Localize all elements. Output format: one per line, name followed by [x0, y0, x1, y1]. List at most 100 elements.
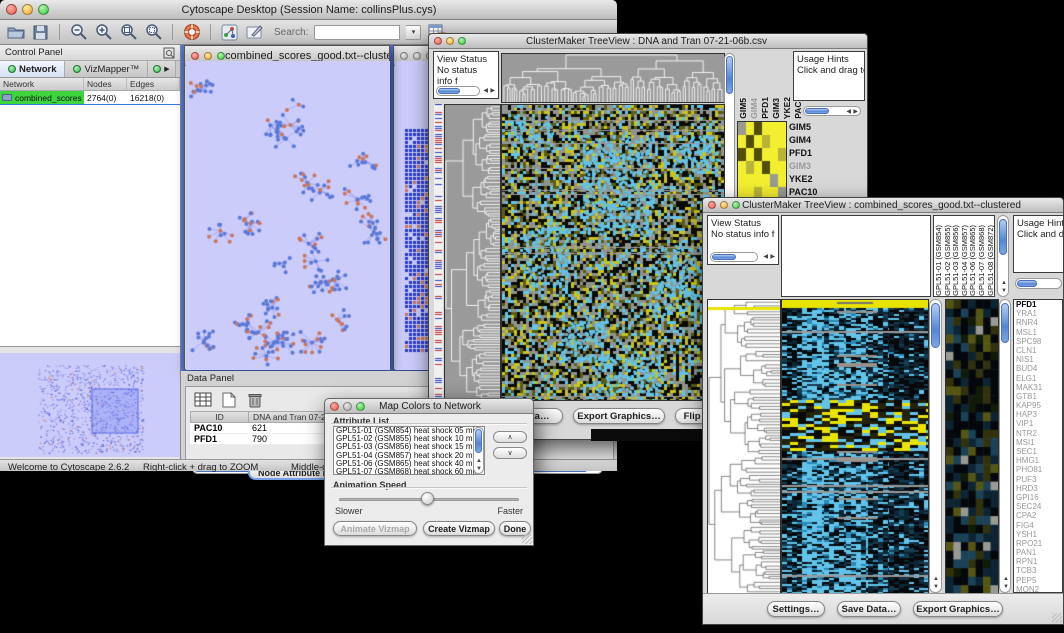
- scrollbar-thumb[interactable]: [475, 429, 482, 453]
- gene-row-label[interactable]: GIM4: [789, 134, 817, 147]
- close-button[interactable]: [434, 37, 442, 45]
- tv2-status-hscrollbar[interactable]: [710, 252, 758, 262]
- resize-grip[interactable]: [522, 534, 532, 544]
- tv2-labels-scrollbar[interactable]: ▲ ▼: [997, 215, 1009, 297]
- gene-list-item[interactable]: TCB3: [1014, 566, 1062, 575]
- close-button[interactable]: [6, 4, 17, 15]
- gene-list-item[interactable]: BUD4: [1014, 364, 1062, 373]
- move-down-button[interactable]: ∨: [493, 447, 527, 459]
- gene-list-item[interactable]: MON2: [1014, 585, 1062, 593]
- scrollbar-thumb[interactable]: [1017, 280, 1037, 287]
- attribute-table-icon[interactable]: [192, 390, 214, 409]
- close-button[interactable]: [330, 402, 339, 411]
- scroll-down-arrow[interactable]: ▼: [933, 584, 939, 590]
- scroll-right-arrow[interactable]: ▶: [770, 254, 775, 260]
- attribute-list-scrollbar[interactable]: ▲ ▼: [473, 427, 484, 474]
- gene-column-label[interactable]: GIM5: [738, 98, 748, 119]
- gene-list-item[interactable]: NIS1: [1014, 355, 1062, 364]
- tv1-usage-hscrollbar[interactable]: ◀ ▶: [803, 106, 861, 116]
- network-view1-canvas[interactable]: [186, 61, 390, 370]
- plugin-network-icon[interactable]: [220, 23, 239, 42]
- delete-attribute-icon[interactable]: [244, 390, 266, 409]
- gene-list-item[interactable]: SEC1: [1014, 447, 1062, 456]
- gene-list-item[interactable]: MSI1: [1014, 438, 1062, 447]
- animate-vizmap-button[interactable]: Animate Vizmap: [333, 521, 417, 536]
- search-dropdown-arrow[interactable]: ▾: [406, 25, 421, 40]
- network-overview-thumbnail[interactable]: [0, 353, 180, 457]
- scrollbar-thumb[interactable]: [999, 219, 1007, 255]
- gene-row-label[interactable]: GIM3: [789, 160, 817, 173]
- gene-list-item[interactable]: YRA1: [1014, 309, 1062, 318]
- slider-thumb[interactable]: [421, 492, 434, 505]
- array-column-label[interactable]: GPL51-08 (GSM872): [987, 225, 995, 296]
- gene-row-label[interactable]: PFD1: [789, 147, 817, 160]
- gene-list-item[interactable]: YSH1: [1014, 530, 1062, 539]
- dp-col-id[interactable]: ID: [191, 412, 249, 422]
- gene-list-item[interactable]: FIG4: [1014, 521, 1062, 530]
- scroll-left-arrow[interactable]: ◀: [763, 254, 768, 260]
- col-network[interactable]: Network: [0, 78, 84, 90]
- gene-list-item[interactable]: ELG1: [1014, 374, 1062, 383]
- zoom-selected-icon[interactable]: [144, 23, 163, 42]
- export-graphics-button[interactable]: Export Graphics…: [573, 408, 665, 424]
- gene-list-item[interactable]: SEC24: [1014, 502, 1062, 511]
- tv2-row-dendrogram[interactable]: [707, 299, 781, 595]
- gene-list-item[interactable]: PAN1: [1014, 548, 1062, 557]
- scrollbar-thumb[interactable]: [712, 254, 736, 260]
- gene-list-item[interactable]: MAK31: [1014, 383, 1062, 392]
- create-vizmap-button[interactable]: Create Vizmap: [423, 521, 495, 536]
- attribute-list-item[interactable]: GPL51-07 (GSM868) heat shock 60 min: [334, 468, 484, 475]
- tv2-zoom-scrollbar[interactable]: ▲ ▼: [999, 299, 1011, 593]
- minimize-button[interactable]: [343, 402, 352, 411]
- gene-list-item[interactable]: NTR2: [1014, 429, 1062, 438]
- settings-button[interactable]: Settings…: [767, 601, 825, 617]
- tv2-column-dendrogram[interactable]: [781, 215, 931, 297]
- gene-list-item[interactable]: GTB1: [1014, 392, 1062, 401]
- gene-list-item[interactable]: KAP95: [1014, 401, 1062, 410]
- save-icon[interactable]: [31, 23, 50, 42]
- scrollbar-thumb[interactable]: [805, 108, 829, 114]
- tv1-zoom-heatmap[interactable]: [737, 121, 787, 201]
- close-button[interactable]: [400, 52, 408, 60]
- scroll-down-arrow[interactable]: ▼: [1003, 584, 1009, 590]
- zoom-button[interactable]: [356, 402, 365, 411]
- network-row[interactable]: combined_scores 2764(0) 16218(0): [0, 91, 180, 104]
- scrollbar-thumb[interactable]: [931, 303, 940, 348]
- tv1-column-dendrogram[interactable]: [501, 53, 725, 103]
- minimize-button[interactable]: [446, 37, 454, 45]
- scrollbar-thumb[interactable]: [438, 88, 460, 94]
- scroll-up-arrow[interactable]: ▲: [1001, 280, 1007, 286]
- gene-list-item[interactable]: PUF3: [1014, 475, 1062, 484]
- minimize-button[interactable]: [22, 4, 33, 15]
- minimize-button[interactable]: [204, 52, 212, 60]
- col-edges[interactable]: Edges: [127, 78, 180, 90]
- col-nodes[interactable]: Nodes: [84, 78, 127, 90]
- close-button[interactable]: [708, 201, 716, 209]
- zoom-button[interactable]: [217, 52, 225, 60]
- gene-column-label[interactable]: GIM4: [749, 98, 759, 119]
- scroll-down-arrow[interactable]: ▼: [1001, 288, 1007, 294]
- gene-list-item[interactable]: HRD3: [1014, 484, 1062, 493]
- scrollbar-thumb[interactable]: [726, 56, 733, 94]
- main-titlebar[interactable]: Cytoscape Desktop (Session Name: collins…: [0, 0, 617, 20]
- gene-list-item[interactable]: MSL1: [1014, 328, 1062, 337]
- resize-grip[interactable]: [1052, 613, 1062, 623]
- tv2-zoom-heatmap[interactable]: [945, 299, 999, 595]
- zoom-button[interactable]: [732, 201, 740, 209]
- zoom-out-icon[interactable]: [69, 23, 88, 42]
- gene-column-label[interactable]: PFD1: [760, 97, 770, 119]
- control-panel-tab[interactable]: VizMapper™: [65, 61, 148, 77]
- gene-list-item[interactable]: HMG1: [1014, 456, 1062, 465]
- gene-list-item[interactable]: CLN1: [1014, 346, 1062, 355]
- scroll-up-arrow[interactable]: ▲: [476, 458, 482, 464]
- tv2-heatmap[interactable]: [781, 299, 929, 595]
- gene-list-item[interactable]: GPI16: [1014, 493, 1062, 502]
- tv1-row-dendrogram[interactable]: [444, 104, 501, 401]
- tv2-heatmap-vscrollbar[interactable]: ▲ ▼: [929, 299, 942, 593]
- gene-list-item[interactable]: HAP3: [1014, 410, 1062, 419]
- scroll-up-arrow[interactable]: ▲: [1003, 576, 1009, 582]
- gene-list-item[interactable]: CPA2: [1014, 511, 1062, 520]
- scroll-left-arrow[interactable]: ◀: [846, 109, 851, 115]
- gene-list-item[interactable]: RPO21: [1014, 539, 1062, 548]
- gene-column-label[interactable]: GIM3: [771, 98, 781, 119]
